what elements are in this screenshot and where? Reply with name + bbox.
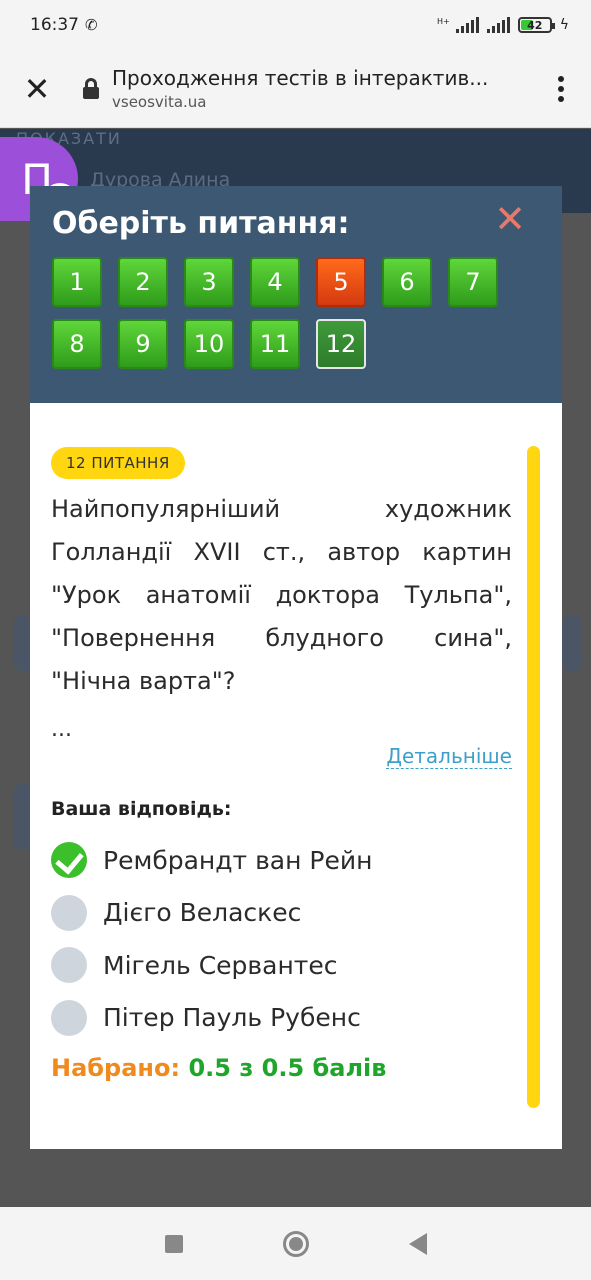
score-label: Набрано: [51,1054,181,1082]
answer-options: Рембрандт ван Рейн Дієго Веласкес Мігель С… [51,834,512,1044]
checkmark-icon[interactable] [51,842,87,879]
score-value: 0.5 з 0.5 балів [188,1054,387,1082]
question-number-button[interactable]: 12 [316,319,366,369]
question-number-button[interactable]: 7 [448,257,498,307]
battery-icon: 42 [517,17,555,33]
question-number-button[interactable]: 3 [184,257,234,307]
question-number-button[interactable]: 1 [52,257,102,307]
background-tile [562,615,582,671]
modal-header: Оберіть питання: ✕ 1 2 3 4 5 6 7 8 9 10 11 12 [30,186,562,403]
battery-level: 42 [527,18,543,32]
modal-body: 12 ПИТАННЯ Найпопулярніший художник Голл… [30,403,562,1108]
scrollbar[interactable] [527,446,540,1108]
page-title: Проходження тестів в інтерактив... [112,66,489,90]
question-badge: 12 ПИТАННЯ [51,447,185,479]
back-icon[interactable] [408,1232,427,1255]
answer-option[interactable]: Рембрандт ван Рейн [51,834,512,887]
question-number-button[interactable]: 11 [250,319,300,369]
question-number-button[interactable]: 2 [118,257,168,307]
question-number-button[interactable]: 9 [118,319,168,369]
signal-icon [455,17,479,33]
question-number-grid: 1 2 3 4 5 6 7 8 9 10 11 12 [52,257,512,369]
clock: 16:37 [30,15,79,35]
status-bar: 16:37 ✆ H+ 42 ϟ [0,0,591,50]
charging-icon: ϟ [559,17,569,33]
question-number-button[interactable]: 6 [382,257,432,307]
question-number-button[interactable]: 8 [52,319,102,369]
modal-title: Оберіть питання: [52,206,350,241]
details-link[interactable]: Детальніше [386,744,512,769]
lock-icon[interactable] [82,78,100,99]
answer-option-label: Дієго Веласкес [103,898,302,928]
home-icon[interactable] [282,1230,309,1257]
answer-option[interactable]: Мігель Сервантес [51,939,512,992]
answer-option-label: Мігель Сервантес [103,950,338,980]
radio-circle-icon[interactable] [51,894,87,931]
more-menu-icon[interactable] [551,75,571,102]
radio-circle-icon[interactable] [51,999,87,1036]
network-type: H+ [437,17,450,26]
your-answer-label: Ваша відповідь: [51,798,232,820]
phone-call-icon: ✆ [85,16,98,34]
close-icon[interactable]: ✕ [494,200,526,238]
url-block[interactable]: Проходження тестів в інтерактив... vseos… [112,66,551,111]
question-text: Найпопулярніший художник Голландії XVII … [51,495,512,695]
question-number-button[interactable]: 4 [250,257,300,307]
radio-circle-icon[interactable] [51,947,87,984]
answer-option-label: Пітер Пауль Рубенс [103,1003,361,1033]
close-tab-icon[interactable]: ✕ [20,70,54,108]
system-nav-bar [0,1207,591,1280]
answer-option[interactable]: Дієго Веласкес [51,887,512,940]
signal-icon-2 [486,17,510,33]
question-picker-modal: Оберіть питання: ✕ 1 2 3 4 5 6 7 8 9 10 11 12 12 ПИ… [30,186,562,1149]
question-ellipsis: ... [51,717,72,742]
answer-option[interactable]: Пітер Пауль Рубенс [51,992,512,1045]
answer-option-label: Рембрандт ван Рейн [103,845,373,875]
page-domain: vseosvita.ua [112,93,207,111]
recents-icon[interactable] [164,1234,183,1253]
question-number-button[interactable]: 5 [316,257,366,307]
question-number-button[interactable]: 10 [184,319,234,369]
browser-toolbar: ✕ Проходження тестів в інтерактив... vse… [0,50,591,128]
score-line: Набрано: 0.5 з 0.5 балів [51,1054,512,1082]
